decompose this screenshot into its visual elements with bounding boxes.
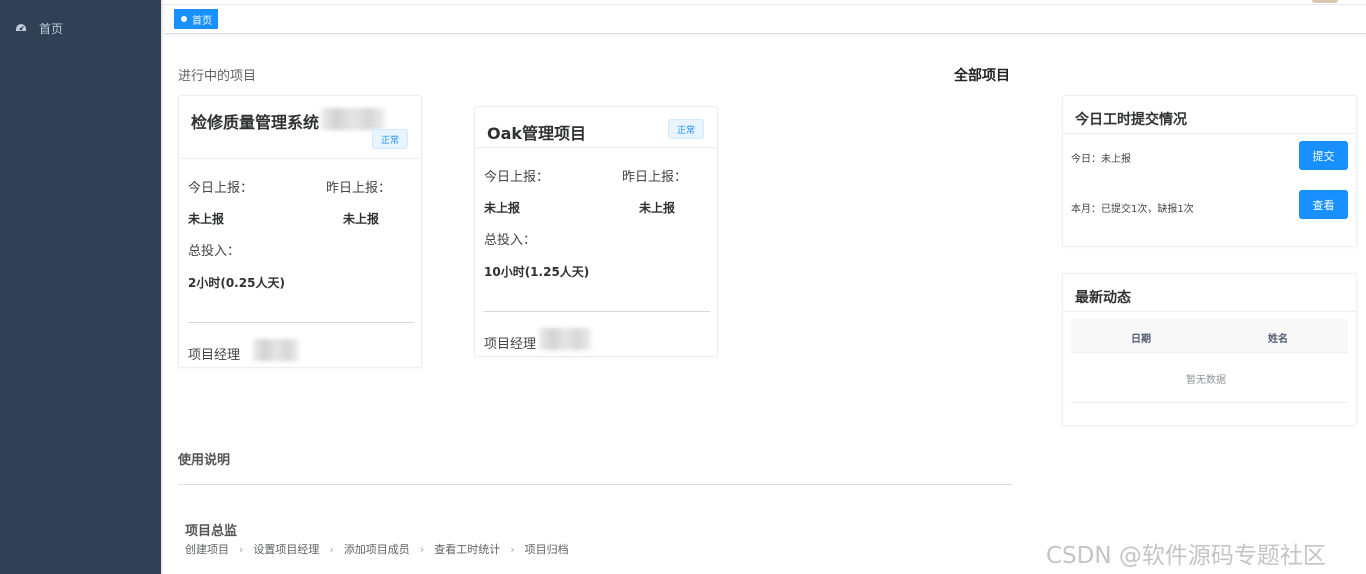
- column-name: 姓名: [1268, 334, 1288, 345]
- card-divider: [188, 322, 414, 323]
- today-report-value: 未上报: [484, 201, 521, 215]
- news-title: 最新动态: [1075, 290, 1131, 306]
- sidebar-shadow: [161, 0, 164, 574]
- news-card: 最新动态 日期 姓名 暂无数据: [1062, 273, 1357, 426]
- all-projects-link[interactable]: 全部项目: [954, 65, 1010, 85]
- project-card[interactable]: 检修质量管理系统 正常 今日上报： 昨日上报： 未上报 未上报 总投入： 2小时…: [178, 95, 422, 368]
- tag-label: 首页: [192, 15, 212, 27]
- usage-divider: [178, 484, 1012, 485]
- card-divider: [484, 311, 710, 312]
- chevron-right-icon: ›: [419, 542, 425, 556]
- active-dot-icon: [181, 16, 187, 22]
- project-card[interactable]: Oak管理项目 正常 今日上报： 昨日上报： 未上报 未上报 总投入： 10小时…: [474, 106, 718, 357]
- total-input-value: 10小时(1.25人天): [484, 265, 590, 279]
- yesterday-report-label: 昨日上报：: [326, 181, 392, 196]
- sidebar: 首页: [0, 0, 161, 574]
- step-item: 设置项目经理: [253, 543, 320, 556]
- total-input-label: 总投入：: [188, 244, 241, 259]
- worktime-card: 今日工时提交情况 今日：未上报 提交 本月：已提交1次，缺报1次 查看: [1062, 95, 1357, 247]
- today-report-value: 未上报: [188, 212, 225, 226]
- project-name: Oak管理项目: [487, 124, 587, 143]
- today-report-label: 今日上报：: [484, 170, 550, 185]
- step-item: 添加项目成员: [343, 543, 410, 556]
- submit-button[interactable]: 提交: [1299, 141, 1348, 170]
- today-report-label: 今日上报：: [188, 181, 254, 196]
- watermark: CSDN @软件源码专题社区: [1046, 543, 1326, 569]
- tags-view-bar: 首页: [164, 0, 1366, 34]
- tag-home[interactable]: 首页: [174, 9, 218, 29]
- sidebar-item-home[interactable]: 首页: [0, 14, 161, 42]
- usage-title: 使用说明: [178, 453, 231, 468]
- worktime-title: 今日工时提交情况: [1075, 112, 1187, 128]
- yesterday-report-value: 未上报: [343, 212, 380, 226]
- chevron-right-icon: ›: [329, 542, 334, 556]
- role-title: 项目总监: [185, 524, 238, 539]
- today-status-text: 今日：未上报: [1071, 154, 1131, 165]
- news-table-header: 日期 姓名: [1071, 319, 1348, 353]
- step-item: 创建项目: [185, 543, 229, 556]
- redacted-text: [253, 339, 299, 361]
- manager-label: 项目经理: [188, 348, 241, 363]
- empty-text: 暂无数据: [1186, 375, 1226, 386]
- chevron-right-icon: ›: [239, 542, 244, 556]
- step-item: 查看工时统计: [434, 543, 501, 556]
- manager-label: 项目经理: [484, 337, 537, 352]
- yesterday-report-value: 未上报: [639, 201, 676, 215]
- breadcrumb: 创建项目 › 设置项目经理 › 添加项目成员 › 查看工时统计 › 项目归档: [185, 541, 569, 557]
- view-button[interactable]: 查看: [1299, 190, 1348, 219]
- project-name: 检修质量管理系统: [191, 113, 320, 132]
- yesterday-report-label: 昨日上报：: [622, 170, 688, 185]
- step-item: 项目归档: [524, 543, 569, 556]
- avatar[interactable]: [1312, 0, 1338, 3]
- sidebar-item-label: 首页: [39, 21, 64, 36]
- ongoing-projects-title: 进行中的项目: [178, 69, 257, 84]
- dashboard-icon: [15, 22, 27, 34]
- status-badge: 正常: [668, 119, 705, 139]
- chevron-right-icon: ›: [510, 542, 515, 556]
- month-status-text: 本月：已提交1次，缺报1次: [1071, 204, 1194, 215]
- table-bottom-border: [1071, 402, 1348, 403]
- redacted-text: [539, 328, 591, 350]
- status-badge: 正常: [372, 129, 409, 149]
- navbar-divider: [164, 4, 1366, 5]
- column-date: 日期: [1131, 334, 1151, 345]
- redacted-text: [321, 108, 385, 130]
- total-input-value: 2小时(0.25人天): [188, 276, 285, 290]
- total-input-label: 总投入：: [484, 233, 537, 248]
